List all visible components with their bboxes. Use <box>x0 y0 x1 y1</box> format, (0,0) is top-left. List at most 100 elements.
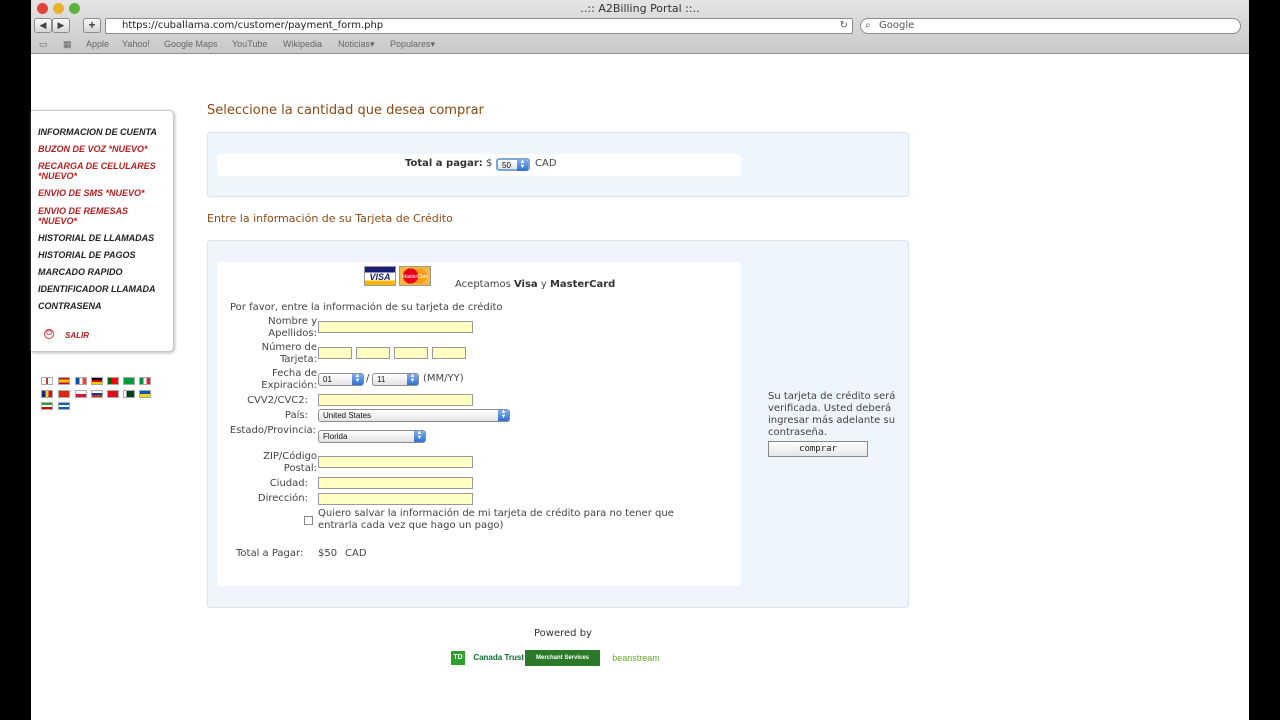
flag-china-icon[interactable] <box>58 390 70 398</box>
flag-poland-icon[interactable] <box>75 390 87 398</box>
url-bar[interactable]: https://cuballama.com/customer/payment_f… <box>105 18 853 34</box>
bookmark-google-maps[interactable]: Google Maps <box>164 39 218 49</box>
bookmark-populares[interactable]: Populares▾ <box>390 39 435 50</box>
flag-brazil-icon[interactable] <box>123 377 135 385</box>
visa-logo: VISA <box>364 266 396 286</box>
card-heading: Entre la información de su Tarjeta de Cr… <box>207 212 453 225</box>
expiry-format-hint: (MM/YY) <box>423 373 464 384</box>
mastercard-logo: MasterCard <box>399 266 431 286</box>
save-card-checkbox[interactable] <box>304 516 313 525</box>
search-input[interactable]: ⌕ Google <box>860 18 1241 34</box>
bookmark-yahoo[interactable]: Yahoo! <box>122 39 150 49</box>
logout-label: SALIR <box>65 331 89 340</box>
flag-france-icon[interactable] <box>75 377 87 385</box>
zip-label: ZIP/Código Postal: <box>263 451 317 474</box>
flag-germany-icon[interactable] <box>91 377 103 385</box>
search-icon: ⌕ <box>865 20 871 31</box>
expiry-separator: / <box>366 373 370 384</box>
chevron-updown-icon: ▲ ▼ <box>414 430 425 442</box>
card-number-input-2[interactable] <box>356 347 390 359</box>
sidebar-item-recarga[interactable]: RECARGA DE CELULARES *NUEVO* <box>38 161 163 181</box>
card-number-input-3[interactable] <box>394 347 428 359</box>
bookmark-apple[interactable]: Apple <box>86 39 109 49</box>
flag-portugal-icon[interactable] <box>107 377 119 385</box>
td-icon: TD <box>451 651 465 665</box>
search-placeholder: Google <box>879 20 915 31</box>
amount-select-value: 50 <box>502 161 511 170</box>
sidebar-item-contrasena[interactable]: CONTRASENA <box>38 301 170 311</box>
amount-panel: Total a pagar: $ 50 ▲ ▼ CAD <box>207 132 909 197</box>
flag-italy-icon[interactable] <box>139 377 151 385</box>
address-label: Dirección: <box>257 493 308 504</box>
expiry-year-value: 11 <box>377 375 386 384</box>
flag-turkey-icon[interactable] <box>107 390 119 398</box>
chevron-updown-icon: ▲ ▼ <box>352 373 363 385</box>
bookmark-noticias[interactable]: Noticias▾ <box>338 39 375 50</box>
country-value: United States <box>323 411 372 420</box>
expiry-year-select[interactable]: 11 ▲ ▼ <box>372 373 419 386</box>
expiry-month-select[interactable]: 01 ▲ ▼ <box>318 373 364 386</box>
sidebar-item-informacion[interactable]: INFORMACION DE CUENTA <box>38 127 170 137</box>
expiry-month-value: 01 <box>323 375 332 384</box>
browser-window: ..:: A2Billing Portal ::.. ◀ ▶ + https:/… <box>31 0 1249 720</box>
power-icon: ⏻ <box>44 329 54 339</box>
amount-select[interactable]: 50 ▲ ▼ <box>496 158 530 171</box>
city-input[interactable] <box>318 477 473 489</box>
book-icon[interactable]: ▭ <box>39 39 48 50</box>
sidebar-menu: INFORMACION DE CUENTA BUZON DE VOZ *NUEV… <box>31 110 174 352</box>
amount-inner: Total a pagar: $ 50 ▲ ▼ CAD <box>217 154 741 176</box>
new-tab-button[interactable]: + <box>83 18 101 33</box>
card-instructions: Por favor, entre la información de su ta… <box>230 302 503 313</box>
total-to-pay-label: Total a pagar: <box>405 158 483 169</box>
card-form: VISA MasterCard Aceptamos Visa y MasterC… <box>217 262 741 586</box>
flag-pakistan-icon[interactable] <box>123 390 135 398</box>
flag-ukraine-icon[interactable] <box>139 390 151 398</box>
flag-russia-icon[interactable] <box>91 390 103 398</box>
bookmark-youtube[interactable]: YouTube <box>232 39 267 49</box>
flag-greece-icon[interactable] <box>58 402 70 410</box>
card-number-input-4[interactable] <box>432 347 466 359</box>
state-select[interactable]: Florida ▲ ▼ <box>318 430 426 443</box>
chevron-updown-icon: ▲ ▼ <box>517 159 528 171</box>
sidebar-item-buzon[interactable]: BUZON DE VOZ *NUEVO* <box>38 144 170 154</box>
flag-iran-icon[interactable] <box>41 402 53 410</box>
td-canada-trust-logo: TD Canada Trust <box>451 650 524 666</box>
sidebar-item-marcado-rapido[interactable]: MARCADO RAPIDO <box>38 267 170 277</box>
sidebar-item-historial-llamadas[interactable]: HISTORIAL DE LLAMADAS <box>38 233 170 243</box>
card-number-label: Número de Tarjeta: <box>261 342 317 365</box>
address-input[interactable] <box>318 493 473 505</box>
chevron-updown-icon: ▲ ▼ <box>498 409 509 421</box>
forward-button[interactable]: ▶ <box>52 18 70 33</box>
window-title: ..:: A2Billing Portal ::.. <box>580 2 700 15</box>
state-label: Estado/Provincia: <box>229 425 316 436</box>
flag-uk-icon[interactable] <box>41 377 53 385</box>
total-currency: CAD <box>345 548 367 559</box>
back-button[interactable]: ◀ <box>34 18 52 33</box>
state-value: Florida <box>323 432 348 441</box>
cvv-label: CVV2/CVC2: <box>247 395 308 406</box>
sidebar-item-historial-pagos[interactable]: HISTORIAL DE PAGOS <box>38 250 170 260</box>
expiry-label: Fecha de Expiración: <box>261 368 317 391</box>
sidebar-item-sms[interactable]: ENVIO DE SMS *NUEVO* <box>38 188 170 198</box>
currency-symbol: $ <box>486 158 493 169</box>
td-merchant-services-logo: Merchant Services <box>525 650 600 666</box>
flag-spain-icon[interactable] <box>58 377 70 385</box>
logout-link[interactable]: ⏻ SALIR <box>44 329 89 340</box>
buy-button[interactable]: comprar <box>768 441 868 457</box>
cvv-input[interactable] <box>318 394 473 406</box>
flag-romania-icon[interactable] <box>41 390 53 398</box>
zip-input[interactable] <box>318 456 473 468</box>
reload-icon[interactable]: ↻ <box>840 19 848 33</box>
chevron-updown-icon: ▲ ▼ <box>407 373 418 385</box>
accepted-cards-text: Aceptamos Visa y MasterCard <box>455 279 616 290</box>
sidebar-item-remesas[interactable]: ENVIO DE REMESAS *NUEVO* <box>38 206 138 226</box>
name-input[interactable] <box>318 321 473 333</box>
grid-icon[interactable]: ▦ <box>63 39 72 50</box>
beanstream-logo: beanstream <box>612 653 660 663</box>
sidebar-item-identificador[interactable]: IDENTIFICADOR LLAMADA <box>38 284 170 294</box>
name-label: Nombre y Apellidos: <box>268 316 317 339</box>
bookmark-wikipedia[interactable]: Wikipedia <box>283 39 322 49</box>
total-label: Total a Pagar: <box>236 548 304 559</box>
country-select[interactable]: United States ▲ ▼ <box>318 409 510 422</box>
card-number-input-1[interactable] <box>318 347 352 359</box>
